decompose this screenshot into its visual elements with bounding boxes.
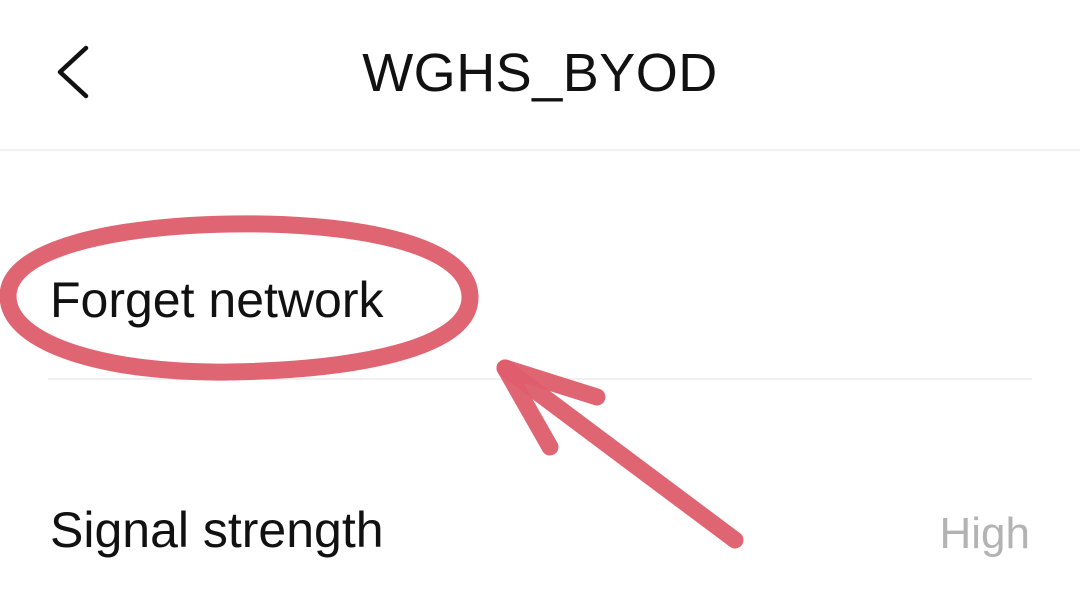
annotation-arrow-shaft <box>496 359 744 549</box>
row-divider <box>48 378 1032 380</box>
forget-network-label[interactable]: Forget network <box>50 270 383 330</box>
page-title: WGHS_BYOD <box>362 43 718 103</box>
signal-strength-value: High <box>939 509 1031 558</box>
network-details-screen: WGHS_BYOD Forget network Signal strength… <box>0 0 1080 607</box>
header-divider <box>0 149 1080 151</box>
app-header: WGHS_BYOD <box>0 0 1080 151</box>
signal-strength-label: Signal strength <box>50 502 384 558</box>
